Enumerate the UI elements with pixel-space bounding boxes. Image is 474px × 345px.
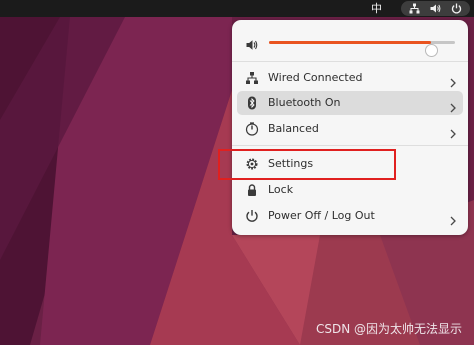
chevron-right-icon [449,211,457,226]
input-method-indicator[interactable]: 中 [371,0,382,17]
volume-icon [246,36,258,50]
settings-highlight-box [218,149,396,180]
separator [232,61,468,62]
chevron-right-icon [449,124,457,139]
chevron-right-icon [449,98,457,113]
menu-item-bluetooth-on[interactable]: Bluetooth On [237,91,463,115]
volume-slider-handle[interactable] [424,44,438,57]
power-icon [245,209,259,223]
menu-item-wired-connected[interactable]: Wired Connected [237,66,463,90]
volume-slider-fill [269,41,431,44]
menu-item-power-off-log-out[interactable]: Power Off / Log Out [237,204,463,228]
power-icon [451,3,462,14]
watermark: CSDN @因为太帅无法显示 [315,322,462,336]
volume-slider-row [232,32,468,57]
network-wired-icon [409,3,420,14]
quick-settings-menu: Wired Connected Bluetooth On Balanced Se… [232,20,468,235]
top-bar: 中 [0,0,474,17]
menu-item-label: Wired Connected [268,71,363,84]
menu-item-label: Lock [268,183,294,196]
volume-slider[interactable] [269,41,455,57]
system-tray[interactable] [401,1,470,16]
menu-item-label: Bluetooth On [268,96,341,109]
menu-item-lock[interactable]: Lock [237,178,463,202]
menu-item-label: Balanced [268,122,319,135]
lock-icon [245,183,259,197]
power-profile-icon [245,122,259,136]
network-wired-icon [245,71,259,85]
chevron-right-icon [449,73,457,88]
volume-icon [430,3,441,14]
bluetooth-icon [245,96,259,110]
separator [232,145,468,146]
menu-item-balanced[interactable]: Balanced [237,117,463,141]
menu-item-label: Power Off / Log Out [268,209,375,222]
